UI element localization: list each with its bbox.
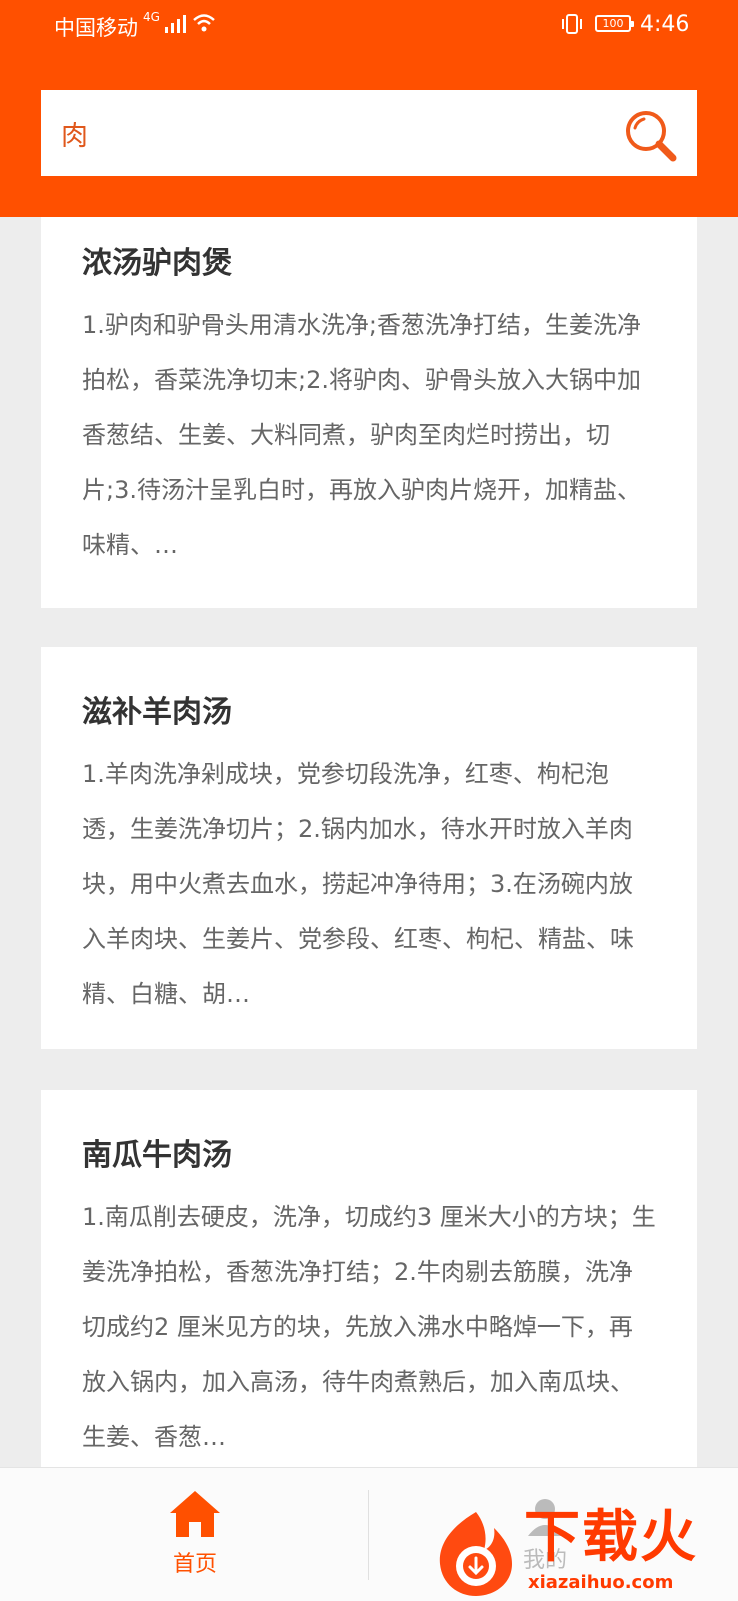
- carrier-name: 中国移动: [54, 16, 138, 40]
- network-type: 4G: [143, 10, 160, 24]
- recipe-title: 南瓜牛肉汤: [82, 1138, 232, 1173]
- flame-logo-icon: [439, 1512, 512, 1596]
- vibrate-icon: [562, 14, 582, 34]
- status-bar: 中国移动 4G 100 4:46: [0, 0, 738, 50]
- recipe-card[interactable]: 南瓜牛肉汤 1.南瓜削去硬皮，洗净，切成约3 厘米大小的方块；生姜洗净拍松，香葱…: [41, 1090, 697, 1492]
- tab-home-label: 首页: [172, 1552, 217, 1577]
- search-input[interactable]: [61, 90, 621, 176]
- tab-divider: [368, 1490, 369, 1580]
- watermark-url: xiazaihuo.com: [528, 1572, 674, 1593]
- wifi-icon: [193, 14, 215, 32]
- recipe-desc: 1.南瓜削去硬皮，洗净，切成约3 厘米大小的方块；生姜洗净拍松，香葱洗净打结；2…: [82, 1203, 656, 1451]
- search-icon[interactable]: [623, 108, 679, 164]
- recipe-desc: 1.驴肉和驴骨头用清水洗净;香葱洗净打结，生姜洗净拍松，香菜洗净切末;2.将驴肉…: [82, 311, 641, 559]
- tab-home[interactable]: 首页: [130, 1488, 260, 1588]
- recipe-title: 滋补羊肉汤: [82, 695, 232, 730]
- watermark-title: 下载火: [524, 1505, 698, 1570]
- watermark: 下载火 xiazaihuo.com: [432, 1500, 738, 1600]
- home-icon: [170, 1491, 220, 1537]
- recipe-card[interactable]: 浓汤驴肉煲 1.驴肉和驴骨头用清水洗净;香葱洗净打结，生姜洗净拍松，香菜洗净切末…: [41, 198, 697, 608]
- clock: 4:46: [640, 12, 690, 37]
- recipe-list[interactable]: 浓汤驴肉煲 1.驴肉和驴骨头用清水洗净;香葱洗净打结，生姜洗净拍松，香菜洗净切末…: [0, 0, 738, 1600]
- recipe-desc: 1.羊肉洗净剁成块，党参切段洗净，红枣、枸杞泡透，生姜洗净切片；2.锅内加水，待…: [82, 760, 634, 1008]
- recipe-card[interactable]: 滋补羊肉汤 1.羊肉洗净剁成块，党参切段洗净，红枣、枸杞泡透，生姜洗净切片；2.…: [41, 647, 697, 1049]
- app-header: 中国移动 4G 100 4:46: [0, 0, 738, 217]
- battery-indicator: 100: [595, 15, 634, 32]
- search-bar: [41, 90, 697, 176]
- recipe-title: 浓汤驴肉煲: [82, 246, 232, 281]
- signal-icon: [165, 15, 186, 33]
